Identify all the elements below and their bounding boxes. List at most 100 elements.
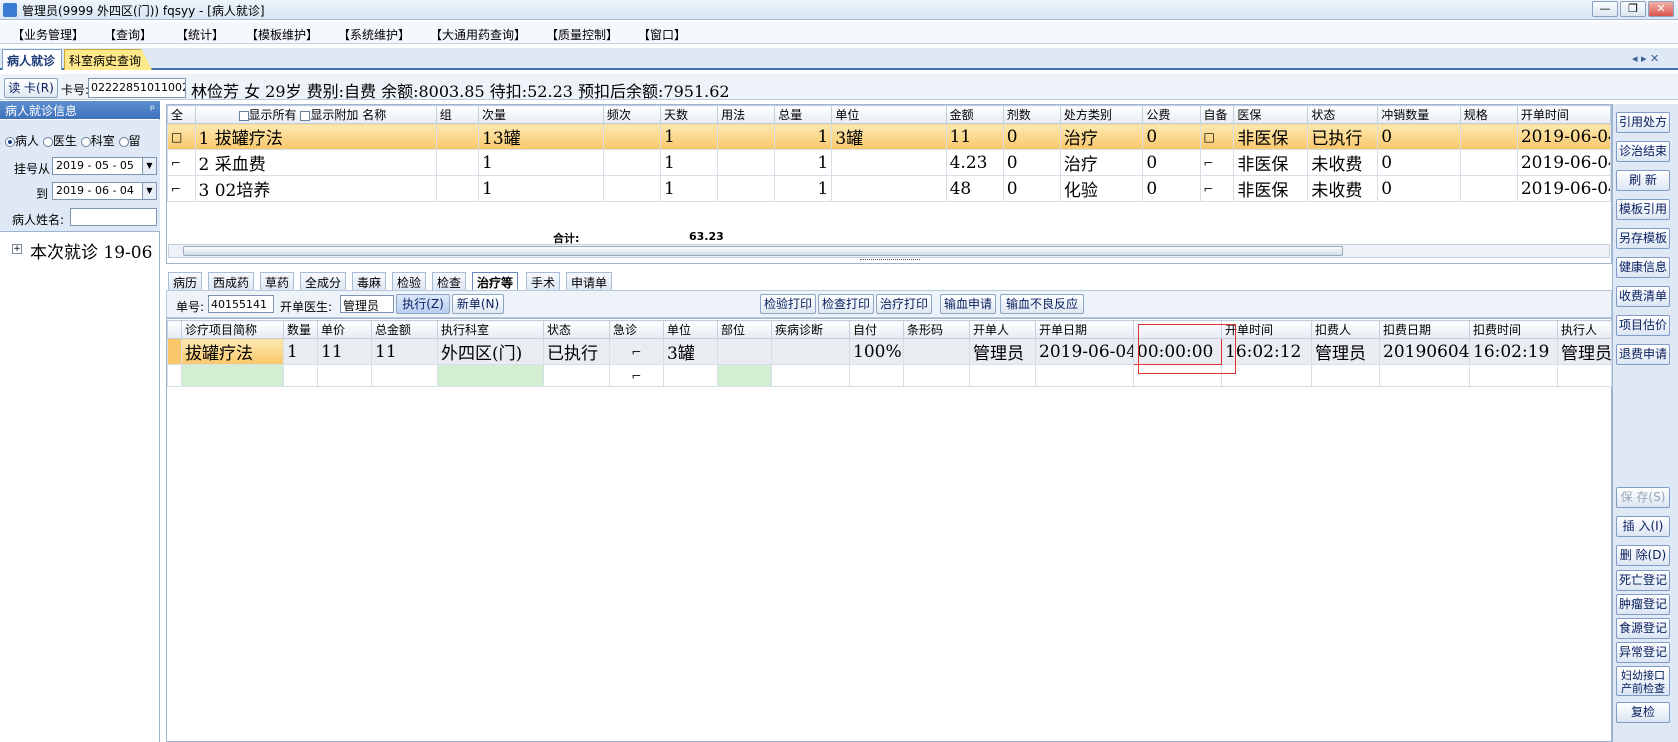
refund-request-button[interactable]: 退费申请 xyxy=(1616,344,1670,365)
cell-type: 治疗 xyxy=(1059,149,1144,176)
new-order-button[interactable]: 新单(N) xyxy=(452,294,504,314)
menu-template[interactable]: 【模板维护】 xyxy=(246,26,318,43)
tab-exam[interactable]: 检查 xyxy=(432,272,467,290)
menu-system[interactable]: 【系统维护】 xyxy=(338,26,410,43)
show-extra-checkbox[interactable] xyxy=(300,110,311,121)
finish-visit-button[interactable]: 诊治结束 xyxy=(1616,141,1670,162)
save-button[interactable]: 保 存(S) xyxy=(1616,487,1670,508)
menu-drug-query[interactable]: 【大通用药查询】 xyxy=(430,26,526,43)
print-exam-button[interactable]: 检查打印 xyxy=(818,294,874,314)
print-treatment-button[interactable]: 治疗打印 xyxy=(876,294,932,314)
row-checkbox[interactable]: □ xyxy=(167,123,196,150)
menu-business[interactable]: 【业务管理】 xyxy=(12,26,84,43)
tab-request[interactable]: 申请单 xyxy=(566,272,613,290)
self-checkbox[interactable]: ⌐ xyxy=(1199,149,1235,176)
col-all[interactable]: 全 xyxy=(167,105,196,124)
tab-western-med[interactable]: 西成药 xyxy=(208,272,255,290)
tab-medical-record[interactable]: 病历 xyxy=(168,272,203,290)
tree-expand-icon[interactable]: + xyxy=(12,244,22,254)
tree-node-visit[interactable]: 本次就诊 19-06 xyxy=(30,238,160,263)
radio-dept[interactable] xyxy=(80,136,91,147)
card-number-input[interactable]: 0222285101100291 xyxy=(88,78,186,98)
splitter-handle[interactable] xyxy=(860,259,920,264)
restore-button[interactable]: ❐ xyxy=(1620,1,1646,17)
emergency-checkbox[interactable]: ⌐ xyxy=(609,338,664,365)
menu-window[interactable]: 【窗口】 xyxy=(638,26,686,43)
cell-insurance: 非医保 xyxy=(1233,123,1309,150)
cell-diagnosis[interactable] xyxy=(771,338,850,365)
patient-name-input[interactable] xyxy=(70,208,157,226)
tab-components[interactable]: 全成分 xyxy=(300,272,347,290)
menu-quality[interactable]: 【质量控制】 xyxy=(546,26,618,43)
blood-request-button[interactable]: 输血申请 xyxy=(940,294,996,314)
cell-item-name[interactable]: 拔罐疗法 xyxy=(181,338,284,365)
print-lab-button[interactable]: 检验打印 xyxy=(760,294,816,314)
cell-total: 1 xyxy=(774,123,833,150)
tab-dept-history[interactable]: 科室病史查询 xyxy=(64,49,152,70)
read-card-button[interactable]: 读 卡(R) xyxy=(4,78,58,98)
order-no-input[interactable]: 40155141 xyxy=(208,295,274,313)
charge-list-button[interactable]: 收费清单 xyxy=(1616,286,1670,307)
cell-doses: 0 xyxy=(1002,175,1061,202)
cell-executor: 管理员 xyxy=(1557,338,1612,365)
minimize-button[interactable]: — xyxy=(1592,1,1618,17)
execute-button[interactable]: 执行(Z) xyxy=(396,294,450,314)
tab-surgery[interactable]: 手术 xyxy=(526,272,561,290)
cell-site[interactable] xyxy=(717,338,772,365)
horizontal-scrollbar[interactable] xyxy=(168,244,1610,258)
close-button[interactable]: ✕ xyxy=(1648,1,1674,17)
chevron-down-icon[interactable]: ▼ xyxy=(142,158,156,174)
cell-qty[interactable]: 1 xyxy=(283,338,318,365)
tab-narcotics[interactable]: 毒麻 xyxy=(352,272,387,290)
tumor-register-button[interactable]: 肿瘤登记 xyxy=(1616,594,1670,615)
maternal-interface-button[interactable]: 妇幼接口 产前检查 xyxy=(1616,666,1670,696)
row-checkbox[interactable]: ⌐ xyxy=(167,149,196,176)
cell-site[interactable] xyxy=(717,364,772,387)
show-all-checkbox[interactable] xyxy=(238,110,249,121)
table-row[interactable]: □ 1 拔罐疗法 13罐 1 1 3罐 11 0 治疗 0 □ 非医保 已执行 0 2019-06-04 … xyxy=(167,123,1612,150)
cite-prescription-button[interactable]: 引用处方 xyxy=(1616,112,1670,133)
self-checkbox[interactable]: □ xyxy=(1199,123,1235,150)
delete-button[interactable]: 删 除(D) xyxy=(1616,545,1670,566)
radio-doctor[interactable] xyxy=(42,136,53,147)
to-date-value: 2019 - 06 - 04 xyxy=(56,184,134,197)
chevron-down-icon[interactable]: ▼ xyxy=(142,183,156,199)
self-checkbox[interactable]: ⌐ xyxy=(1199,175,1235,202)
table-row-empty[interactable]: ⌐ xyxy=(167,364,1612,387)
cell-index: 3 xyxy=(198,181,210,201)
insert-button[interactable]: 插 入(I) xyxy=(1616,516,1670,537)
food-register-button[interactable]: 食源登记 xyxy=(1616,618,1670,639)
menu-stats[interactable]: 【统计】 xyxy=(176,26,224,43)
pin-icon[interactable]: ᵖ xyxy=(150,102,155,116)
save-template-button[interactable]: 另存模板 xyxy=(1616,228,1670,249)
from-date-picker[interactable]: 2019 - 05 - 05 ▼ xyxy=(52,157,157,175)
table-row[interactable]: ⌐2 采血费 1114.230治疗0⌐非医保未收费02019-06-04 16:… xyxy=(167,149,1612,176)
menu-query[interactable]: 【查询】 xyxy=(104,26,152,43)
tab-nav-icons[interactable]: ◂ ▸ ✕ xyxy=(1632,52,1659,65)
to-date-picker[interactable]: 2019 - 06 - 04 ▼ xyxy=(52,182,157,200)
death-register-button[interactable]: 死亡登记 xyxy=(1616,570,1670,591)
cell-status: 已执行 xyxy=(1307,123,1379,150)
radio-stay[interactable] xyxy=(118,136,129,147)
cell-item-name[interactable] xyxy=(181,364,284,387)
doctor-input[interactable]: 管理员 xyxy=(340,295,394,313)
radio-patient[interactable] xyxy=(5,136,15,147)
emergency-checkbox[interactable]: ⌐ xyxy=(609,364,664,387)
row-checkbox[interactable]: ⌐ xyxy=(167,175,196,202)
tab-lab[interactable]: 检验 xyxy=(392,272,427,290)
cell-exec-dept[interactable]: 外四区(门) xyxy=(437,338,544,365)
tab-herbal[interactable]: 草药 xyxy=(260,272,295,290)
estimate-button[interactable]: 项目估价 xyxy=(1616,315,1670,336)
tab-treatment[interactable]: 治疗等 xyxy=(472,272,519,290)
scrollbar-thumb[interactable] xyxy=(183,246,1343,256)
recheck-button[interactable]: 复检 xyxy=(1616,702,1670,723)
refresh-button[interactable]: 刷 新 xyxy=(1616,170,1670,191)
health-info-button[interactable]: 健康信息 xyxy=(1616,257,1670,278)
table-row[interactable]: ⌐3 02培养 111480化验0⌐非医保未收费02019-06-04 16:0… xyxy=(167,175,1612,202)
cell-exec-dept[interactable] xyxy=(437,364,544,387)
tab-patient-visit[interactable]: 病人就诊 xyxy=(2,49,62,70)
abnormal-register-button[interactable]: 异常登记 xyxy=(1616,642,1670,663)
table-row[interactable]: 拔罐疗法 1 11 11 外四区(门) 已执行 ⌐ 3罐 100% 管理员 20… xyxy=(167,338,1612,365)
template-cite-button[interactable]: 模板引用 xyxy=(1616,199,1670,220)
blood-adverse-button[interactable]: 输血不良反应 xyxy=(1000,294,1084,314)
